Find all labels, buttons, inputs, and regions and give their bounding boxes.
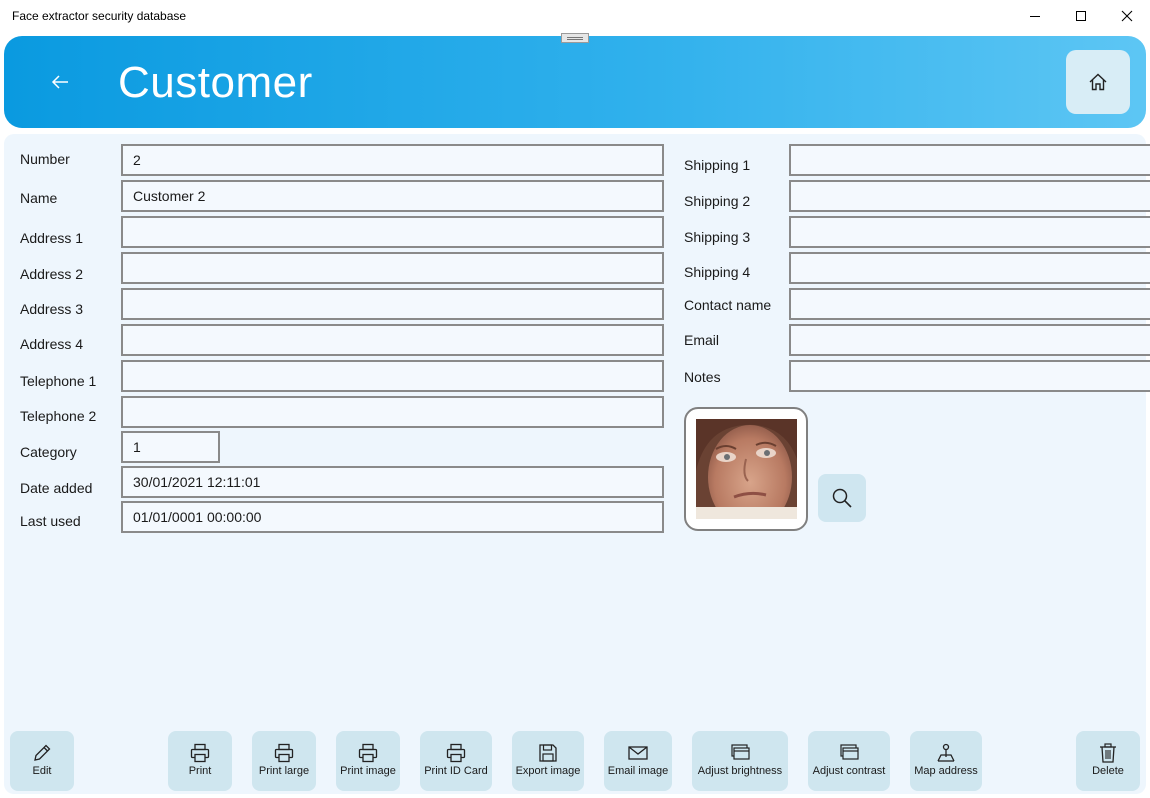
email-image-button-label: Email image [607, 765, 669, 777]
page-title: Customer [118, 58, 313, 107]
edit-button[interactable]: Edit [10, 731, 74, 791]
email-field[interactable] [789, 324, 1150, 356]
adjust-brightness-button-label: Adjust brightness [697, 765, 783, 777]
print-image-button[interactable]: Print image [336, 731, 400, 791]
printer-icon [446, 743, 466, 763]
email-label: Email [684, 332, 720, 348]
print-large-button-label: Print large [258, 765, 310, 777]
close-icon [1121, 10, 1133, 22]
face-photo [696, 419, 797, 519]
last-used-label: Last used [20, 513, 81, 529]
edit-button-label: Edit [32, 765, 52, 777]
save-icon [539, 744, 557, 762]
name-label: Name [20, 190, 58, 206]
address3-label: Address 3 [20, 301, 84, 317]
envelope-icon [628, 746, 648, 760]
printer-icon [358, 743, 378, 763]
number-field[interactable] [121, 144, 664, 176]
export-image-button[interactable]: Export image [512, 731, 584, 791]
telephone2-field[interactable] [121, 396, 664, 428]
shipping2-label: Shipping 2 [684, 193, 751, 209]
map-pin-icon [937, 743, 955, 762]
contact-name-label: Contact name [684, 297, 772, 313]
maximize-button[interactable] [1058, 0, 1104, 32]
adjust-contrast-button-label: Adjust contrast [812, 765, 886, 777]
minimize-icon [1030, 16, 1040, 17]
contact-name-field[interactable] [789, 288, 1150, 320]
page-header: Customer [4, 36, 1146, 128]
shipping1-label: Shipping 1 [684, 157, 751, 173]
shipping3-field[interactable] [789, 216, 1150, 248]
face-photo-frame[interactable] [684, 407, 808, 531]
telephone2-label: Telephone 2 [20, 408, 97, 424]
date-added-label: Date added [20, 480, 93, 496]
face-search-button[interactable] [818, 474, 866, 522]
last-used-field[interactable] [121, 501, 664, 533]
category-field[interactable] [121, 431, 220, 463]
map-address-button-label: Map address [914, 765, 978, 777]
export-image-button-label: Export image [515, 765, 581, 777]
pencil-icon [34, 744, 51, 761]
maximize-icon [1076, 11, 1086, 21]
address1-label: Address 1 [20, 230, 84, 246]
map-address-button[interactable]: Map address [910, 731, 982, 791]
notes-label: Notes [684, 369, 721, 385]
home-icon [1089, 73, 1107, 91]
print-image-button-label: Print image [340, 765, 396, 777]
telephone1-field[interactable] [121, 360, 664, 392]
home-button[interactable] [1066, 50, 1130, 114]
close-button[interactable] [1104, 0, 1150, 32]
stacked-windows-icon [840, 744, 859, 760]
shipping4-field[interactable] [789, 252, 1150, 284]
address2-label: Address 2 [20, 266, 84, 282]
address4-field[interactable] [121, 324, 664, 356]
adjust-contrast-button[interactable]: Adjust contrast [808, 731, 890, 791]
adjust-brightness-button[interactable]: Adjust brightness [692, 731, 788, 791]
print-id-card-button[interactable]: Print ID Card [420, 731, 492, 791]
telephone1-label: Telephone 1 [20, 373, 97, 389]
address4-label: Address 4 [20, 336, 84, 352]
minimize-button[interactable] [1012, 0, 1058, 32]
print-id-card-button-label: Print ID Card [424, 765, 488, 777]
delete-button-label: Delete [1092, 765, 1124, 777]
shipping4-label: Shipping 4 [684, 264, 751, 280]
shipping3-label: Shipping 3 [684, 229, 751, 245]
print-button[interactable]: Print [168, 731, 232, 791]
number-label: Number [20, 151, 70, 167]
shipping1-field[interactable] [789, 144, 1150, 176]
back-button[interactable] [40, 66, 80, 98]
address1-field[interactable] [121, 216, 664, 248]
printer-icon [274, 743, 294, 763]
print-large-button[interactable]: Print large [252, 731, 316, 791]
print-button-label: Print [188, 765, 212, 777]
notes-field[interactable] [789, 360, 1150, 392]
back-arrow-icon [51, 75, 68, 89]
printer-icon [190, 743, 210, 763]
drag-grip-handle[interactable] [561, 33, 589, 43]
address3-field[interactable] [121, 288, 664, 320]
name-field[interactable] [121, 180, 664, 212]
trash-icon [1100, 743, 1116, 763]
date-added-field[interactable] [121, 466, 664, 498]
shipping2-field[interactable] [789, 180, 1150, 212]
stacked-windows-icon [731, 744, 750, 760]
address2-field[interactable] [121, 252, 664, 284]
search-icon [832, 488, 852, 508]
email-image-button[interactable]: Email image [604, 731, 672, 791]
category-label: Category [20, 444, 77, 460]
delete-button[interactable]: Delete [1076, 731, 1140, 791]
window-title: Face extractor security database [12, 9, 187, 23]
title-bar: Face extractor security database [0, 0, 1150, 32]
